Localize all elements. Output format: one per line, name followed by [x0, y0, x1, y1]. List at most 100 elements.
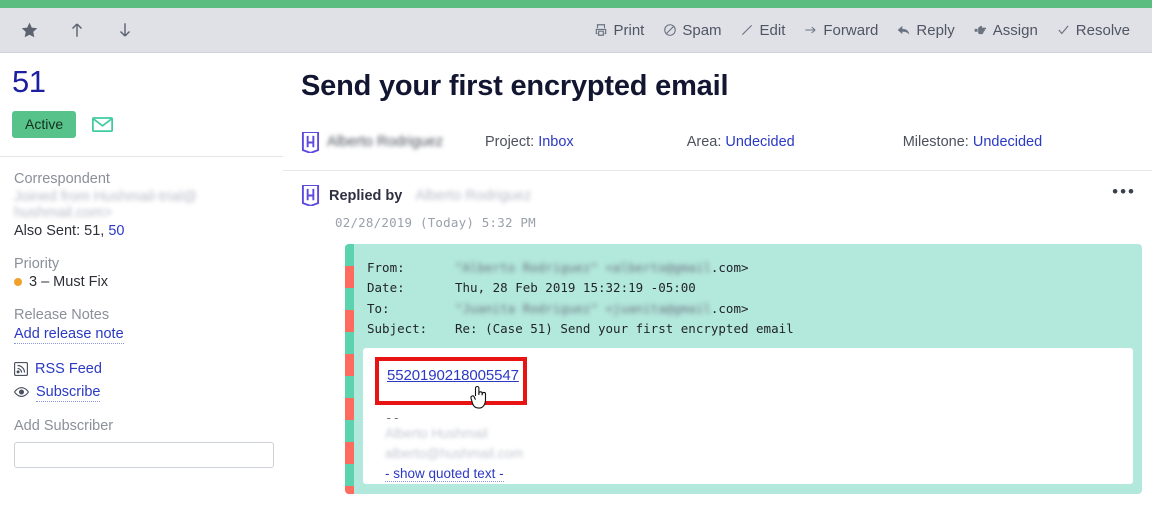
quote-stripe-indicator: [345, 244, 354, 494]
case-main-panel: Send your first encrypted email Alberto …: [283, 54, 1152, 513]
correspondent-section: Correspondent Joined from Hushmail-trial…: [14, 171, 283, 239]
forward-button[interactable]: Forward: [803, 22, 878, 39]
from-visible: .com>: [710, 260, 749, 275]
priority-label: Priority: [14, 255, 60, 272]
subject-visible: Re: (Case 51) Send your first encrypted …: [455, 320, 794, 336]
rss-icon: [14, 361, 28, 376]
assign-label: Assign: [992, 21, 1038, 39]
edit-button[interactable]: Edit: [740, 21, 786, 39]
arrow-down-icon[interactable]: [112, 17, 138, 43]
sidebar-body: Correspondent Joined from Hushmail-trial…: [0, 156, 283, 513]
toolbar-actions-group: Print Spam Edit Forward Reply Assign Res…: [594, 22, 1152, 39]
toolbar-nav-group: [0, 17, 138, 43]
arrow-up-icon[interactable]: [64, 17, 90, 43]
also-sent-current: 51,: [84, 222, 105, 239]
priority-value-row[interactable]: 3 – Must Fix: [14, 274, 283, 290]
sidebar-header: 51 Active: [0, 54, 283, 138]
priority-dot-icon: [14, 277, 22, 286]
assignee-name: Alberto Rodriguez: [327, 134, 444, 150]
email-header-subject: Subject: Re: (Case 51) Send your first e…: [367, 319, 1142, 339]
add-subscriber-section: Add Subscriber: [14, 418, 283, 468]
pointing-hand-cursor-icon: [469, 385, 491, 411]
email-header-to: To: "Juanita Rodriguez" <juanita@gmail.c…: [367, 299, 1142, 319]
subscribe-row[interactable]: Subscribe: [14, 383, 283, 402]
reply-arrow-icon: [896, 23, 911, 38]
to-redacted: "Juanita Rodriguez" <juanita@gmail: [455, 300, 711, 316]
print-button[interactable]: Print: [594, 22, 644, 39]
date-visible: Thu, 28 Feb 2019 15:32:19 -05:00: [455, 280, 696, 296]
also-sent-link-50[interactable]: 50: [108, 223, 124, 239]
subject-key: Subject:: [367, 320, 428, 336]
milestone-label: Milestone:: [902, 134, 969, 150]
area-label: Area:: [686, 134, 722, 150]
replied-by-label: Replied by: [329, 187, 403, 204]
add-subscriber-label: Add Subscriber: [14, 417, 114, 434]
priority-section: Priority 3 – Must Fix: [14, 256, 283, 290]
case-meta-row: Alberto Rodriguez Project: Inbox Area: U…: [301, 123, 1152, 161]
verification-code-link[interactable]: 5520190218005547: [387, 367, 519, 384]
signature-dashes: --: [385, 410, 401, 425]
reply-header: Replied by Alberto Rodriguez: [301, 185, 1152, 206]
priority-value: 3 – Must Fix: [29, 273, 108, 290]
top-accent-bar: [0, 0, 1152, 8]
also-sent-row: Also Sent: 51, 50: [14, 223, 283, 239]
correspondent-value-line2: hushmail.com>: [14, 204, 112, 221]
spam-button[interactable]: Spam: [662, 21, 722, 39]
meta-area: Area: Undecided: [687, 134, 795, 150]
rss-feed-row[interactable]: RSS Feed: [14, 361, 283, 377]
kebab-menu-icon[interactable]: •••: [1112, 183, 1136, 200]
block-icon: [662, 23, 677, 38]
feeds-section: RSS Feed Subscribe: [14, 361, 283, 402]
resolve-button[interactable]: Resolve: [1056, 22, 1130, 39]
page-title: Send your first encrypted email: [301, 70, 729, 102]
project-value[interactable]: Inbox: [538, 134, 573, 150]
envelope-icon[interactable]: [92, 116, 114, 132]
email-header-date: Date: Thu, 28 Feb 2019 15:32:19 -05:00: [367, 278, 1142, 298]
pencil-icon: [740, 23, 755, 38]
reply-block: ••• Replied by Alberto Rodriguez 02/28/2…: [283, 171, 1152, 494]
printer-icon: [594, 23, 609, 38]
from-redacted: "Alberto Rodriguez" <alberto@gmail: [455, 260, 711, 275]
check-icon: [1056, 23, 1071, 38]
subscribe-link: Subscribe: [36, 383, 101, 402]
forward-label: Forward: [823, 21, 879, 39]
signature-email: alberto@hushmail.com: [385, 446, 524, 461]
spam-label: Spam: [682, 21, 722, 39]
link-highlight-box: 5520190218005547: [375, 357, 527, 409]
release-notes-section: Release Notes Add release note: [14, 307, 283, 344]
signature-name: Alberto Hushmail: [385, 426, 488, 441]
email-headers: From: "Alberto Rodriguez" <alberto@gmail…: [345, 244, 1142, 339]
email-header-from: From: "Alberto Rodriguez" <alberto@gmail…: [367, 258, 1142, 278]
assign-button[interactable]: Assign: [973, 22, 1038, 39]
add-subscriber-input[interactable]: [14, 441, 274, 468]
star-icon[interactable]: [16, 17, 42, 43]
status-row: Active: [12, 110, 283, 138]
add-release-note-link[interactable]: Add release note: [14, 325, 124, 344]
assignee-block[interactable]: Alberto Rodriguez: [301, 131, 481, 153]
correspondent-value-line1: Joined from Hushmail-trial@: [14, 188, 198, 205]
reply-button[interactable]: Reply: [896, 21, 955, 39]
hushmail-logo-icon: [301, 185, 320, 206]
sidebar-card: Correspondent Joined from Hushmail-trial…: [4, 156, 283, 513]
reply-label: Reply: [916, 21, 955, 39]
to-visible: .com>: [710, 300, 749, 316]
resolve-label: Resolve: [1075, 21, 1130, 39]
area-value[interactable]: Undecided: [725, 134, 794, 150]
status-badge[interactable]: Active: [12, 110, 77, 138]
pointing-hand-icon: [973, 23, 988, 38]
reply-timestamp: 02/28/2019 (Today) 5:32 PM: [335, 215, 536, 230]
edit-label: Edit: [759, 21, 786, 39]
email-body: 5520190218005547 -- Alberto Hushmail alb…: [363, 348, 1133, 484]
arrow-right-icon: [803, 23, 818, 38]
case-detail-page: Print Spam Edit Forward Reply Assign Res…: [0, 0, 1152, 513]
correspondent-label: Correspondent: [14, 170, 110, 187]
replied-by-name: Alberto Rodriguez: [415, 187, 532, 204]
meta-milestone: Milestone: Undecided: [903, 134, 1042, 150]
milestone-value[interactable]: Undecided: [973, 134, 1042, 150]
release-notes-label: Release Notes: [14, 306, 110, 323]
date-key: Date:: [367, 280, 405, 296]
hushmail-logo-icon: [301, 131, 320, 153]
show-quoted-text-link[interactable]: - show quoted text -: [385, 466, 504, 482]
case-number: 51: [12, 64, 46, 99]
email-quote-card: From: "Alberto Rodriguez" <alberto@gmail…: [345, 244, 1142, 494]
